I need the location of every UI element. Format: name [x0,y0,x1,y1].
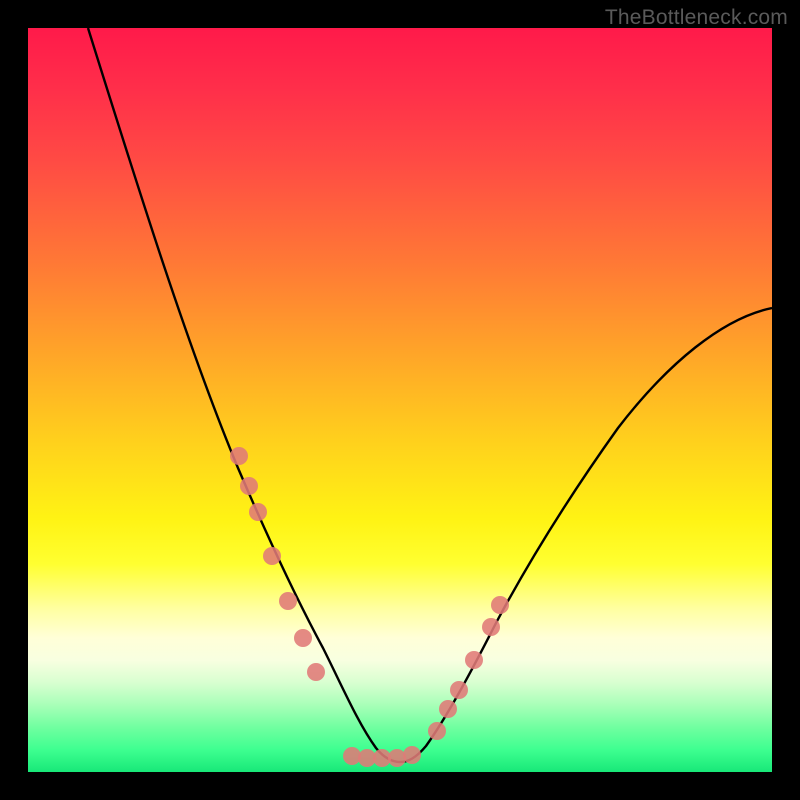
watermark: TheBottleneck.com [605,6,788,30]
chart-container: TheBottleneck.com [0,0,800,800]
curve-layer [28,28,772,772]
left-branch-dots [230,447,325,681]
trough-dots [343,746,421,767]
right-branch-dots [428,596,509,740]
plot-area [28,28,772,772]
bottleneck-curve [88,28,772,762]
